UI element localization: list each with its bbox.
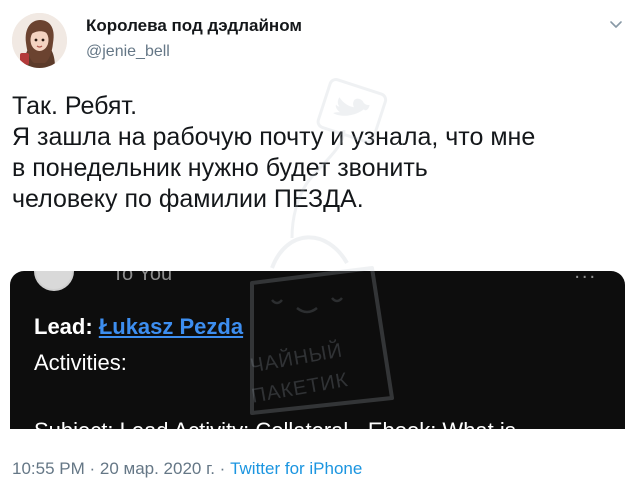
source-app-link[interactable]: Twitter for iPhone	[230, 459, 362, 478]
tweet-line: Я зашла на рабочую почту и узнала, что м…	[12, 123, 536, 151]
attached-image[interactable]: To You ... Lead: Łukasz Pezda Activities…	[10, 271, 625, 429]
tweet-metadata: 10:55 PM · 20 мар. 2020 г. · Twitter for…	[12, 459, 362, 479]
more-options-icon: ...	[574, 271, 597, 283]
subject-line: Subject: Lead Activity: Collateral - Ebo…	[34, 418, 516, 429]
chevron-down-icon[interactable]	[606, 14, 626, 34]
avatar[interactable]	[12, 13, 67, 68]
display-name[interactable]: Королева под дэдлайном	[86, 16, 302, 36]
tweet-line: человеку по фамилии ПЕЗДА.	[12, 185, 364, 213]
user-handle[interactable]: @jenie_bell	[86, 43, 170, 61]
tweet-header: Королева под дэдлайном @jenie_bell	[0, 0, 633, 80]
separator: ·	[84, 459, 100, 478]
activities-label: Activities:	[34, 350, 127, 375]
tweet-time[interactable]: 10:55 PM	[12, 459, 85, 478]
lead-name-link: Łukasz Pezda	[98, 314, 244, 339]
separator: ·	[214, 459, 231, 478]
tweet-date[interactable]: 20 мар. 2020 г.	[100, 459, 215, 478]
recipient-avatar	[34, 271, 74, 291]
recipient-label: To You	[112, 271, 173, 285]
tweet-text: Так. Ребят. Я зашла на рабочую почту и у…	[12, 91, 624, 215]
tweet-line: Так. Ребят.	[12, 92, 138, 120]
avatar-illustration	[12, 13, 67, 68]
lead-label: Lead:	[34, 314, 93, 339]
lead-line: Lead: Łukasz Pezda	[34, 314, 243, 340]
tweet-line: в понедельник нужно будет звонить	[12, 154, 428, 182]
